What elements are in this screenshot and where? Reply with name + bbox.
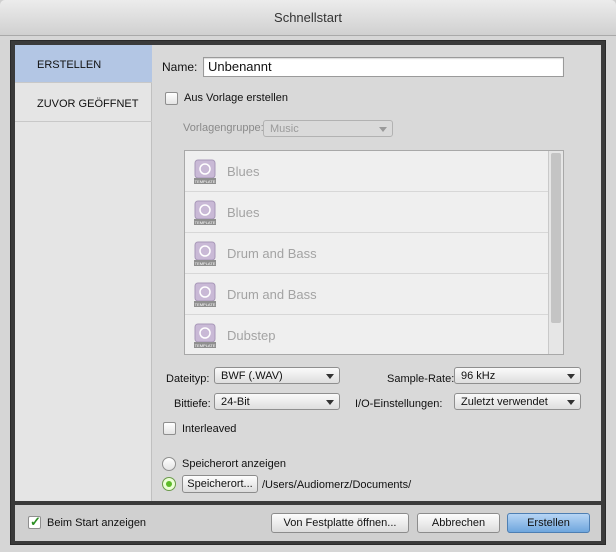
template-name: Drum and Bass (227, 246, 317, 261)
interleaved-label: Interleaved (182, 423, 237, 435)
svg-text:TEMPLATE: TEMPLATE (195, 302, 216, 307)
filetype-label: Dateityp: (166, 373, 210, 385)
name-field[interactable]: Unbenannt (203, 57, 564, 77)
scroll-thumb[interactable] (551, 153, 561, 323)
template-name: Blues (227, 205, 260, 220)
filetype-value: BWF (.WAV) (221, 370, 283, 382)
io-settings-value: Zuletzt verwendet (461, 396, 548, 408)
template-file-icon: TEMPLATE (194, 282, 216, 307)
template-list-scrollbar[interactable] (548, 151, 563, 354)
template-file-icon: TEMPLATE (194, 159, 216, 184)
svg-text:TEMPLATE: TEMPLATE (195, 261, 216, 266)
bitdepth-value: 24-Bit (221, 396, 250, 408)
bitdepth-select[interactable]: 24-Bit (214, 393, 340, 410)
chevron-down-icon (326, 374, 334, 379)
interleaved-checkbox[interactable] (163, 422, 176, 435)
io-settings-label: I/O-Einstellungen: (355, 398, 443, 410)
create-panel: Name: Unbenannt Aus Vorlage erstellen Vo… (152, 45, 601, 501)
samplerate-value: 96 kHz (461, 370, 496, 382)
show-location-radio[interactable] (162, 457, 176, 471)
template-group-value: Music (270, 123, 299, 135)
template-name: Dubstep (227, 328, 276, 343)
template-checkbox[interactable] (165, 92, 178, 105)
show-on-start-checkbox[interactable]: ✓ (28, 514, 41, 529)
sidebar-item-zuvor-geoeffnet[interactable]: ZUVOR GEÖFFNET (15, 84, 152, 122)
template-name: Drum and Bass (227, 287, 317, 302)
sidebar-item-erstellen[interactable]: ERSTELLEN (15, 45, 152, 83)
name-label: Name: (162, 60, 198, 74)
samplerate-select[interactable]: 96 kHz (454, 367, 581, 384)
template-checkbox-label: Aus Vorlage erstellen (184, 92, 288, 104)
template-group-select[interactable]: Music (263, 120, 393, 137)
list-item[interactable]: TEMPLATE Drum and Bass (185, 274, 549, 315)
location-path: /Users/Audiomerz/Documents/ (262, 479, 412, 491)
title-bar[interactable]: Schnellstart (0, 0, 616, 36)
template-list[interactable]: TEMPLATE Blues TEMPLATE Blues TEMPLATE D… (184, 150, 564, 355)
location-radio[interactable] (162, 477, 176, 491)
location-button[interactable]: Speicherort... (182, 475, 258, 493)
chevron-down-icon (567, 374, 575, 379)
checkmark-icon: ✓ (30, 514, 41, 529)
bitdepth-label: Bittiefe: (174, 398, 211, 410)
list-item[interactable]: TEMPLATE Blues (185, 192, 549, 233)
io-settings-select[interactable]: Zuletzt verwendet (454, 393, 581, 410)
show-location-label: Speicherort anzeigen (182, 458, 286, 470)
show-on-start-label: Beim Start anzeigen (47, 517, 147, 529)
sidebar-item-label: ERSTELLEN (37, 59, 102, 71)
svg-text:TEMPLATE: TEMPLATE (195, 220, 216, 225)
template-file-icon: TEMPLATE (194, 323, 216, 348)
chevron-down-icon (379, 127, 387, 132)
template-group-label: Vorlagengruppe: (183, 122, 264, 134)
list-item[interactable]: TEMPLATE Drum and Bass (185, 233, 549, 274)
svg-text:TEMPLATE: TEMPLATE (195, 179, 216, 184)
cancel-button[interactable]: Abbrechen (417, 513, 500, 533)
window-title: Schnellstart (274, 10, 342, 25)
samplerate-label: Sample-Rate: (387, 373, 455, 385)
svg-text:TEMPLATE: TEMPLATE (195, 343, 216, 348)
chevron-down-icon (567, 400, 575, 405)
create-button[interactable]: Erstellen (507, 513, 590, 533)
list-item[interactable]: TEMPLATE Blues (185, 151, 549, 192)
radio-selected-dot (166, 481, 172, 487)
list-item[interactable]: TEMPLATE Dubstep (185, 315, 549, 354)
quickstart-dialog: Schnellstart ERSTELLEN ZUVOR GEÖFFNET Na… (0, 0, 616, 552)
sidebar-item-label: ZUVOR GEÖFFNET (37, 98, 139, 110)
dialog-footer: ✓ Beim Start anzeigen Von Festplatte öff… (15, 505, 601, 541)
open-from-disk-button[interactable]: Von Festplatte öffnen... (271, 513, 409, 533)
sidebar: ERSTELLEN ZUVOR GEÖFFNET (15, 45, 152, 501)
filetype-select[interactable]: BWF (.WAV) (214, 367, 340, 384)
chevron-down-icon (326, 400, 334, 405)
template-file-icon: TEMPLATE (194, 200, 216, 225)
template-file-icon: TEMPLATE (194, 241, 216, 266)
template-name: Blues (227, 164, 260, 179)
